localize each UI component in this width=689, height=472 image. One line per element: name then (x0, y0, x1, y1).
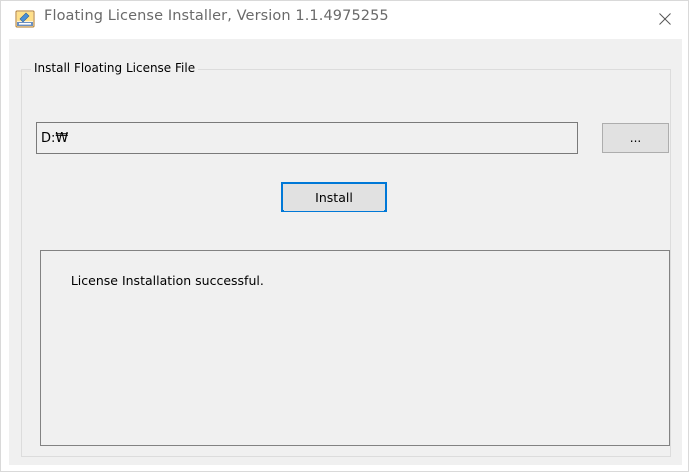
close-button[interactable] (642, 1, 688, 37)
browse-button[interactable]: ... (602, 123, 669, 153)
group-title: Install Floating License File (31, 61, 199, 75)
output-message: License Installation successful. (70, 273, 264, 288)
license-file-path-input[interactable] (36, 122, 578, 154)
install-button-label: Install (284, 185, 384, 211)
installer-window: Floating License Installer, Version 1.1.… (0, 0, 689, 472)
title-bar[interactable]: Floating License Installer, Version 1.1.… (1, 1, 688, 39)
client-area: Install Floating License File ... Instal… (9, 39, 682, 465)
install-button[interactable]: Install (281, 182, 387, 212)
installation-output[interactable]: License Installation successful. (40, 250, 670, 446)
license-installer-icon (15, 9, 35, 29)
window-title: Floating License Installer, Version 1.1.… (44, 8, 389, 24)
close-icon (659, 13, 671, 25)
